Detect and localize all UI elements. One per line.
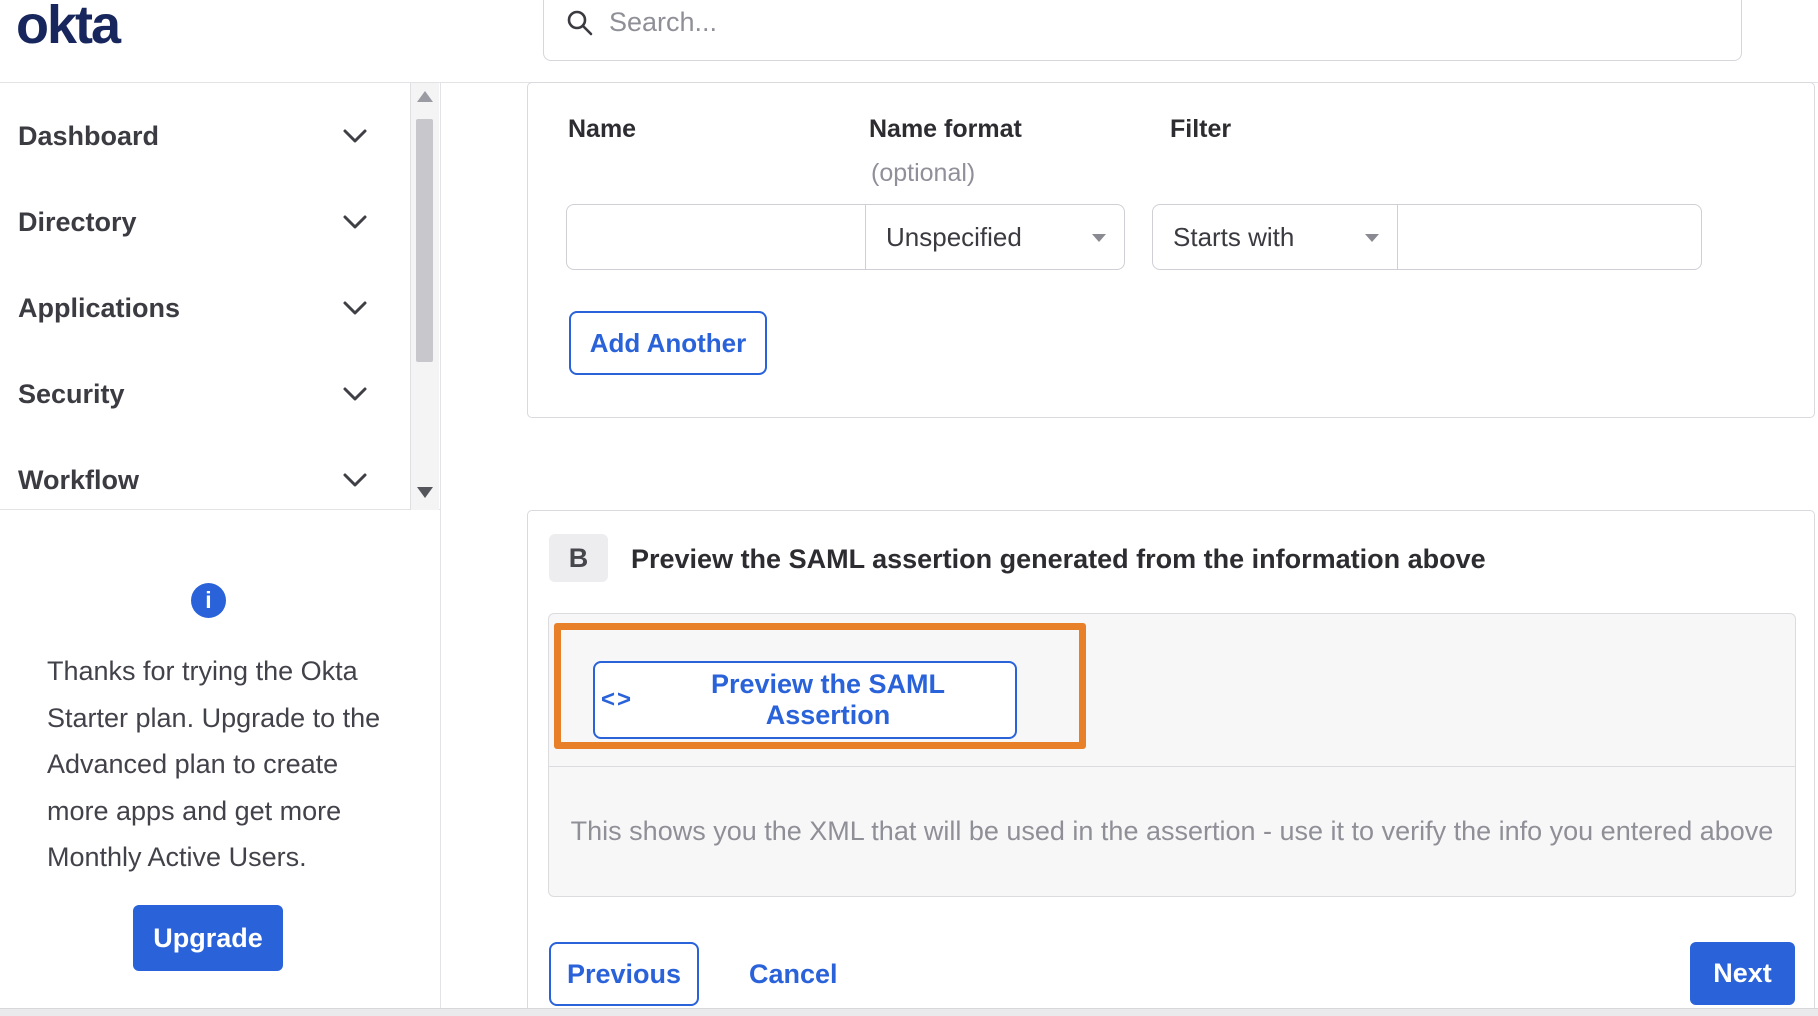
name-format-selected-value: Unspecified [886,221,1022,252]
global-search[interactable] [543,0,1742,61]
scroll-up-icon[interactable] [417,91,433,102]
sidebar-item-directory[interactable]: Directory [0,179,440,265]
name-format-optional-note: (optional) [871,159,976,187]
cancel-link[interactable]: Cancel [749,942,838,1006]
caret-down-icon [1092,234,1106,242]
attribute-name-input[interactable] [567,205,865,269]
preview-panel-top: <> Preview the SAML Assertion [549,614,1795,767]
step-b-badge: B [549,534,608,582]
filter-value-input[interactable] [1398,205,1701,269]
chevron-down-icon [343,473,367,487]
sidebar-item-dashboard[interactable]: Dashboard [0,93,440,179]
preview-saml-assertion-button[interactable]: <> Preview the SAML Assertion [593,661,1017,739]
caret-down-icon [1365,234,1379,242]
sidebar-item-label: Dashboard [18,120,160,151]
sidebar-item-workflow[interactable]: Workflow [0,437,440,523]
attribute-name-field[interactable] [566,204,866,270]
next-button[interactable]: Next [1690,942,1795,1005]
sidebar-item-label: Security [18,378,125,409]
filter-value-field[interactable] [1397,204,1702,270]
scrollbar-thumb[interactable] [416,119,433,362]
preview-panel: <> Preview the SAML Assertion This shows… [548,613,1796,897]
search-input[interactable] [593,6,1741,39]
sidebar-divider [440,83,441,1016]
chevron-down-icon [343,387,367,401]
code-icon: <> [601,686,634,713]
chevron-down-icon [343,215,367,229]
chevron-down-icon [343,129,367,143]
sidebar-scrollbar[interactable] [410,83,439,510]
preview-section-title: Preview the SAML assertion generated fro… [631,544,1486,574]
sidebar-item-label: Applications [18,292,181,323]
filter-type-selected-value: Starts with [1173,221,1295,252]
add-another-button[interactable]: Add Another [569,311,767,375]
upgrade-button[interactable]: Upgrade [133,905,283,971]
name-column-header: Name [568,115,637,143]
preview-description-text: This shows you the XML that will be used… [570,816,1774,846]
name-format-column-header: Name format [869,115,1022,143]
sidebar-item-label: Directory [18,206,137,237]
previous-button[interactable]: Previous [549,942,699,1006]
attribute-statements-card: Name Name format (optional) Filter Unspe… [527,82,1815,418]
scroll-down-icon[interactable] [417,487,433,498]
bottom-scrollbar-strip[interactable] [0,1008,1818,1016]
saml-preview-card: B Preview the SAML assertion generated f… [527,510,1815,1016]
okta-logo: okta [16,0,121,55]
sidebar-nav: Dashboard Directory Applications Securit… [0,83,440,510]
okta-admin-app: okta Dashboard Directory Applications [0,0,1818,1016]
promo-text: Thanks for trying the Okta Starter plan.… [47,656,381,872]
preview-button-label: Preview the SAML Assertion [710,669,946,730]
sidebar-item-label: Workflow [18,464,139,495]
search-icon [567,10,593,36]
preview-panel-description-row: This shows you the XML that will be used… [549,767,1795,896]
sidebar-item-security[interactable]: Security [0,351,440,437]
chevron-down-icon [343,301,367,315]
filter-column-header: Filter [1170,115,1232,143]
filter-type-select[interactable]: Starts with [1152,204,1398,270]
sidebar-item-applications[interactable]: Applications [0,265,440,351]
info-icon: i [191,583,226,618]
name-format-select[interactable]: Unspecified [865,204,1125,270]
